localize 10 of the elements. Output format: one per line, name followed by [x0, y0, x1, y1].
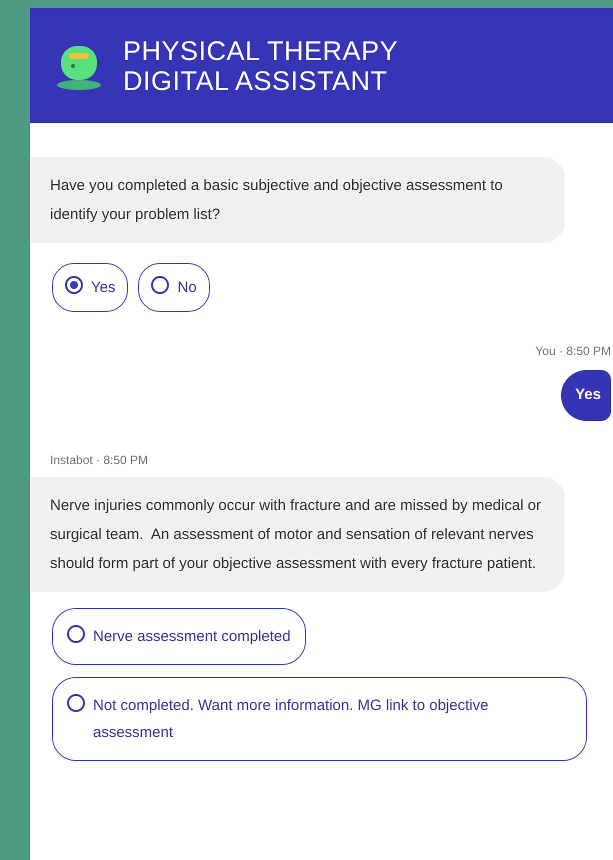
message-meta: Instabot · 8:50 PM — [50, 452, 150, 468]
option-button[interactable]: Yes — [52, 263, 128, 312]
app-title: PHYSICAL THERAPY DIGITAL ASSISTANT — [123, 36, 398, 96]
option-button[interactable]: No — [138, 263, 210, 312]
message-meta: You · 8:50 PM — [535, 343, 611, 360]
option-button[interactable]: Nerve assessment completed — [52, 608, 306, 664]
bot-message: Have you completed a basic subjective and objective assessment to identify your problem list? — [30, 157, 565, 243]
bot-message: Nerve injuries commonly occur with fracture and are missed by medical or surgical team. An assessment of motor and sensation of relevant nerves should form part of your objective assessment with every fracture patient. — [30, 476, 565, 592]
option-button[interactable]: Not completed. Want more information. MG link to objective assessment — [52, 676, 587, 760]
user-message: Yes — [561, 370, 611, 420]
